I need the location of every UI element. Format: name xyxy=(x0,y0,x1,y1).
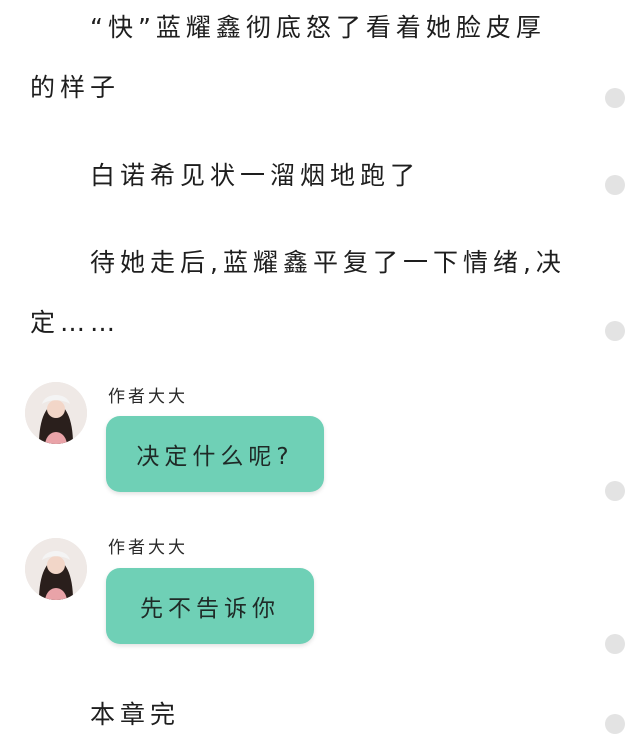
chapter-end-label: 本章完 xyxy=(90,700,181,729)
story-paragraph-1: “快”蓝耀鑫彻底怒了看着她脸皮厚 的样子 xyxy=(30,0,546,118)
scroll-dot[interactable] xyxy=(605,321,625,341)
story-line: 的样子 xyxy=(30,73,121,102)
story-line: 待她走后,蓝耀鑫平复了一下情绪,决 xyxy=(90,248,566,277)
scroll-dot[interactable] xyxy=(605,634,625,654)
story-paragraph-3: 待她走后,蓝耀鑫平复了一下情绪,决 定…… xyxy=(30,233,566,353)
scroll-dot[interactable] xyxy=(605,175,625,195)
avatar-image xyxy=(25,538,87,600)
chat-bubble: 决定什么呢? xyxy=(106,416,324,492)
author-avatar[interactable] xyxy=(25,382,87,444)
chat-bubble-text: 先不告诉你 xyxy=(140,596,280,622)
author-name: 作者大大 xyxy=(108,387,188,407)
author-avatar[interactable] xyxy=(25,538,87,600)
story-line: “快”蓝耀鑫彻底怒了看着她脸皮厚 xyxy=(90,13,546,42)
story-line: 白诺希见状一溜烟地跑了 xyxy=(90,161,421,190)
story-line: 定…… xyxy=(30,308,121,337)
scroll-dot[interactable] xyxy=(605,714,625,734)
chat-bubble-text: 决定什么呢? xyxy=(136,444,294,470)
scroll-dot[interactable] xyxy=(605,88,625,108)
scroll-dot[interactable] xyxy=(605,481,625,501)
avatar-image xyxy=(25,382,87,444)
chat-bubble: 先不告诉你 xyxy=(106,568,314,644)
story-paragraph-2: 白诺希见状一溜烟地跑了 xyxy=(30,146,420,206)
author-name: 作者大大 xyxy=(108,538,188,558)
